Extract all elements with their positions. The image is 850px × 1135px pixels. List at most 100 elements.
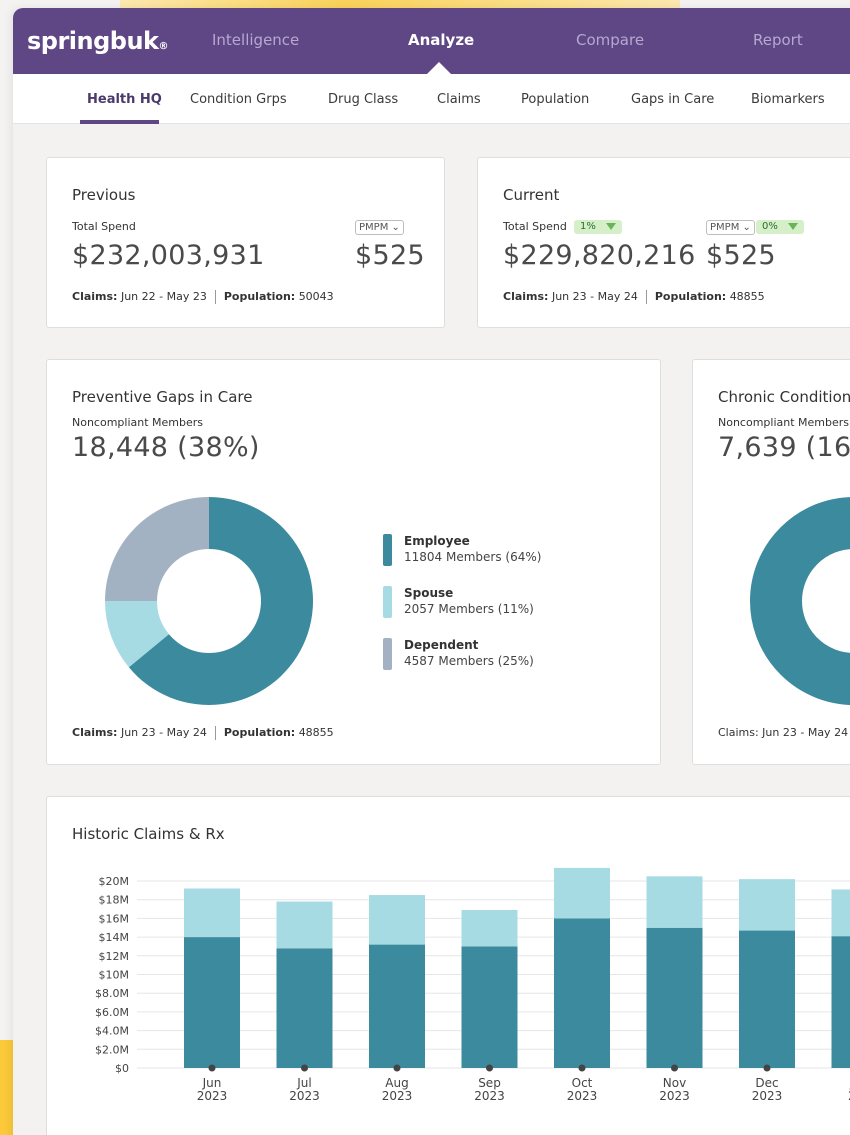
tab-biomarkers[interactable]: Biomarkers: [751, 92, 825, 107]
chronic-donut-chart: [750, 497, 850, 705]
noncompliant-value: 18,448 (38%): [72, 432, 260, 463]
bar-segment-1[interactable]: [461, 909, 518, 947]
y-tick-label: $0: [115, 1062, 129, 1075]
legend-detail: 11804 Members (64%): [404, 550, 542, 564]
chevron-down-icon: ⌄: [391, 222, 400, 233]
legend-detail: 2057 Members (11%): [404, 602, 534, 616]
card-title: Chronic Condition: [718, 388, 850, 406]
bar-segment-0[interactable]: [831, 936, 850, 1068]
y-tick-label: $10M: [99, 969, 130, 982]
x-tick-label-month: Sep: [478, 1076, 501, 1090]
bar-segment-1[interactable]: [831, 889, 850, 937]
bar-segment-0[interactable]: [461, 946, 518, 1068]
x-axis-marker: [671, 1064, 678, 1072]
total-spend-change-badge: 1%: [574, 220, 622, 234]
y-tick-label: $18M: [99, 894, 130, 907]
historic-bar-chart: $0 $2.0M $4.0M $6.0M $8.0M $10M $12M $14M $16M $1…: [95, 867, 850, 1103]
legend-name: Dependent: [404, 638, 479, 652]
legend-detail: 4587 Members (25%): [404, 654, 534, 668]
legend-name: Spouse: [404, 586, 454, 600]
bar-segment-0[interactable]: [276, 948, 333, 1068]
bar-segment-1[interactable]: [554, 867, 610, 919]
legend-swatch: [383, 534, 392, 566]
y-tick-label: $12M: [99, 950, 130, 963]
x-tick-label-month: Aug: [385, 1076, 408, 1090]
pmpm-value: $525: [355, 240, 425, 271]
bar-segment-0[interactable]: [184, 937, 240, 1068]
current-card: Current Total Spend 1% PMPM ⌄ 0% $229,82…: [477, 157, 850, 328]
bar-segment-0[interactable]: [739, 930, 795, 1068]
donut-ring-employee: [750, 497, 850, 705]
bar-segment-1[interactable]: [276, 901, 333, 949]
x-tick-label-year: 2023: [474, 1089, 505, 1103]
down-arrow-icon: [787, 222, 798, 230]
legend-name: Employee: [404, 534, 470, 548]
bar-segment-1[interactable]: [369, 895, 425, 945]
claims-footer: Claims: Jun 23 - May 24: [718, 726, 849, 739]
bar-segment-1[interactable]: [646, 876, 703, 928]
historic-claims-card: Historic Claims & Rx $0 $2.0M $4.0M $6.0M $8…: [46, 796, 850, 1135]
tab-health-hq[interactable]: Health HQ: [87, 92, 162, 107]
pmpm-dropdown[interactable]: PMPM ⌄: [706, 220, 755, 235]
x-tick-label-year: 2023: [382, 1089, 413, 1103]
tab-population[interactable]: Population: [521, 92, 589, 107]
bar-segment-0[interactable]: [646, 927, 703, 1068]
legend-swatch: [383, 638, 392, 670]
bar-segment-0[interactable]: [369, 944, 425, 1068]
sub-nav: Health HQ Condition Grps Drug Class Clai…: [13, 74, 850, 124]
x-tick-label-year: 2023: [659, 1089, 690, 1103]
x-axis-marker: [301, 1064, 308, 1072]
preventive-donut-chart: [105, 497, 313, 705]
chart-title: Historic Claims & Rx: [72, 825, 225, 843]
total-spend-label: Total Spend: [503, 220, 567, 233]
card-title: Current: [503, 186, 560, 204]
card-title: Preventive Gaps in Care: [72, 388, 253, 406]
total-spend-value: $229,820,216: [503, 240, 696, 271]
background-accent-left: [0, 1040, 14, 1135]
claims-population-footer: Claims: Jun 23 - May 24 Population: 48855: [503, 290, 765, 304]
y-tick-label: $6.0M: [95, 1006, 129, 1019]
y-tick-label: $14M: [99, 931, 130, 944]
card-title: Previous: [72, 186, 136, 204]
y-tick-label: $20M: [99, 875, 130, 888]
y-tick-label: $4.0M: [95, 1025, 129, 1038]
claims-population-footer: Claims: Jun 23 - May 24 Population: 48855: [72, 726, 334, 740]
tab-claims[interactable]: Claims: [437, 92, 481, 107]
pmpm-change-badge: 0%: [756, 220, 804, 234]
bar-segment-0[interactable]: [554, 918, 610, 1068]
tab-gaps-in-care[interactable]: Gaps in Care: [631, 92, 714, 107]
noncompliant-value: 7,639 (16%: [718, 432, 850, 463]
tab-drug-class[interactable]: Drug Class: [328, 92, 398, 107]
springbuk-logo[interactable]: springbuk®: [27, 27, 187, 55]
tab-condition-grps[interactable]: Condition Grps: [190, 92, 287, 107]
noncompliant-label: Noncompliant Members: [72, 416, 204, 429]
bar-segment-1[interactable]: [739, 879, 795, 931]
legend-swatch: [383, 586, 392, 618]
top-nav-intelligence[interactable]: Intelligence: [212, 31, 299, 49]
active-nav-caret: [427, 62, 451, 74]
claims-population-footer: Claims: Jun 22 - May 23 Population: 50043: [72, 290, 334, 304]
app-window: springbuk® Intelligence Analyze Compare …: [13, 8, 850, 1135]
x-tick-label-year: 2023: [567, 1089, 598, 1103]
y-tick-label: $8.0M: [95, 987, 129, 1000]
x-tick-label-month: Jul: [296, 1076, 311, 1090]
donut-segment-dependent[interactable]: [105, 497, 209, 601]
pmpm-dropdown[interactable]: PMPM ⌄: [355, 220, 404, 235]
down-arrow-icon: [605, 222, 616, 230]
pmpm-value: $525: [706, 240, 776, 271]
x-tick-label-month: Jun: [202, 1076, 222, 1090]
noncompliant-label: Noncompliant Members: [718, 416, 850, 429]
previous-card: Previous Total Spend PMPM ⌄ $232,003,931…: [46, 157, 445, 328]
bar-segment-1[interactable]: [184, 888, 240, 938]
top-nav: springbuk® Intelligence Analyze Compare …: [13, 8, 850, 74]
x-tick-label-year: 2023: [752, 1089, 783, 1103]
top-nav-compare[interactable]: Compare: [576, 31, 644, 49]
x-axis-marker: [578, 1064, 586, 1072]
top-nav-analyze[interactable]: Analyze: [408, 31, 474, 49]
chevron-down-icon: ⌄: [742, 222, 751, 233]
x-axis-marker: [208, 1064, 216, 1072]
preventive-gaps-card: Preventive Gaps in Care Noncompliant Mem…: [46, 359, 661, 765]
top-nav-report[interactable]: Report: [753, 31, 803, 49]
x-tick-label-year: 2023: [289, 1089, 320, 1103]
y-tick-label: $2.0M: [95, 1043, 129, 1056]
